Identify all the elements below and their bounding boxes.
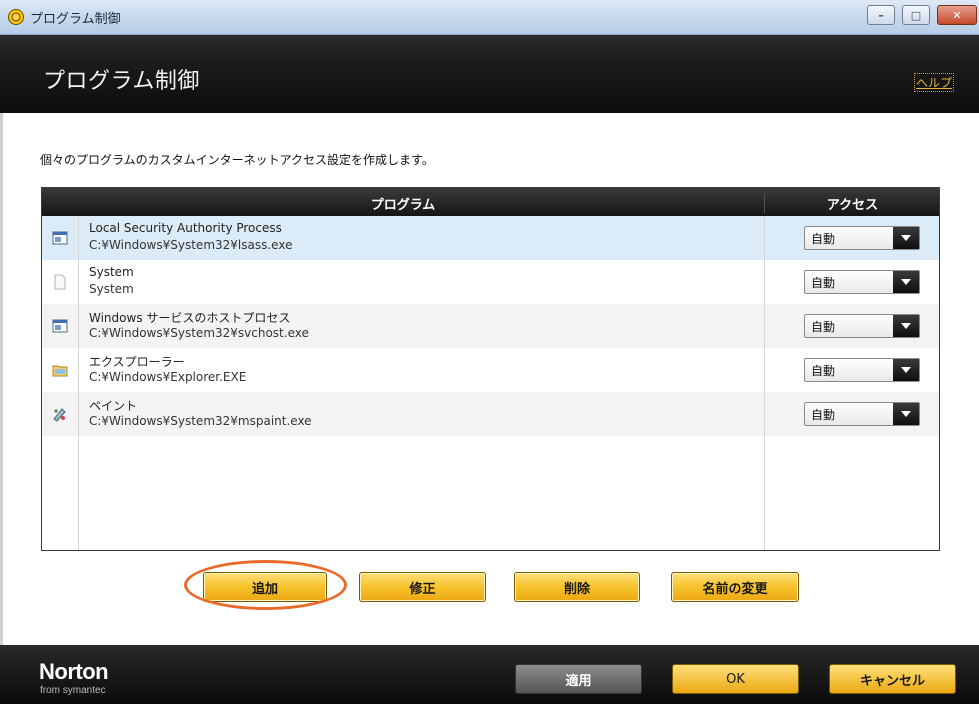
column-header-access[interactable]: アクセス <box>764 194 940 213</box>
access-value: 自動 <box>811 320 836 334</box>
column-header-program[interactable]: プログラム <box>42 194 764 213</box>
column-divider <box>764 216 765 550</box>
folder-icon <box>52 365 68 377</box>
help-link[interactable]: ヘルプ <box>914 73 955 92</box>
cancel-button[interactable]: キャンセル <box>829 664 956 694</box>
close-button[interactable]: ✕ <box>937 5 977 25</box>
rename-button[interactable]: 名前の変更 <box>671 572 799 602</box>
page-header: プログラム制御 ヘルプ <box>0 35 979 113</box>
table-header: プログラム アクセス <box>42 188 939 216</box>
norton-logo: Norton <box>39 659 109 684</box>
program-path: C:¥Windows¥System32¥mspaint.exe <box>89 414 312 428</box>
program-name: エクスプローラー <box>89 355 185 369</box>
access-value: 自動 <box>811 408 836 422</box>
program-table: プログラム アクセス Local Security Authority Proc… <box>41 187 940 551</box>
program-name: Windows サービスのホストプロセス <box>89 311 291 325</box>
access-value: 自動 <box>811 232 836 246</box>
chevron-down-icon[interactable] <box>893 403 919 425</box>
access-dropdown[interactable]: 自動 <box>804 226 920 250</box>
program-path: System <box>89 282 134 296</box>
maximize-button[interactable]: □ <box>902 5 930 25</box>
highlight-ring <box>184 560 347 610</box>
table-row[interactable]: ペイント C:¥Windows¥System32¥mspaint.exe 自動 <box>42 392 939 436</box>
table-row[interactable]: Local Security Authority Process C:¥Wind… <box>42 216 939 260</box>
access-value: 自動 <box>811 276 836 290</box>
page-title: プログラム制御 <box>43 69 200 94</box>
paint-icon <box>53 408 66 422</box>
edit-button[interactable]: 修正 <box>359 572 486 602</box>
ok-button[interactable]: OK <box>672 664 799 694</box>
footer-bar: Norton from symantec 適用 OK キャンセル <box>0 645 979 704</box>
table-row[interactable]: Windows サービスのホストプロセス C:¥Windows¥System32… <box>42 304 939 348</box>
program-name: System <box>89 265 134 279</box>
chevron-down-icon[interactable] <box>893 315 919 337</box>
chevron-down-icon[interactable] <box>893 359 919 381</box>
program-name: Local Security Authority Process <box>89 221 282 235</box>
chevron-down-icon[interactable] <box>893 271 919 293</box>
window-left-edge <box>0 113 3 645</box>
norton-app-icon <box>8 9 24 25</box>
minimize-button[interactable]: – <box>867 5 895 25</box>
access-dropdown[interactable]: 自動 <box>804 314 920 338</box>
window-titlebar: プログラム制御 – □ ✕ <box>0 0 979 35</box>
delete-button[interactable]: 削除 <box>514 572 640 602</box>
norton-logo-subtitle: from symantec <box>40 685 106 696</box>
apply-button[interactable]: 適用 <box>515 664 642 694</box>
program-path: C:¥Windows¥Explorer.EXE <box>89 370 247 384</box>
description-text: 個々のプログラムのカスタムインターネットアクセス設定を作成します。 <box>40 153 434 167</box>
table-row[interactable]: System System 自動 <box>42 260 939 304</box>
window-title: プログラム制御 <box>30 12 121 27</box>
access-dropdown[interactable]: 自動 <box>804 358 920 382</box>
blank-document-icon <box>54 274 66 290</box>
access-dropdown[interactable]: 自動 <box>804 402 920 426</box>
column-divider <box>78 216 79 550</box>
table-row[interactable]: エクスプローラー C:¥Windows¥Explorer.EXE 自動 <box>42 348 939 392</box>
chevron-down-icon[interactable] <box>893 227 919 249</box>
program-path: C:¥Windows¥System32¥svchost.exe <box>89 326 309 340</box>
application-window-icon <box>52 231 68 245</box>
access-value: 自動 <box>811 364 836 378</box>
application-window-icon <box>52 319 68 333</box>
program-path: C:¥Windows¥System32¥lsass.exe <box>89 238 293 252</box>
access-dropdown[interactable]: 自動 <box>804 270 920 294</box>
program-name: ペイント <box>89 399 138 413</box>
